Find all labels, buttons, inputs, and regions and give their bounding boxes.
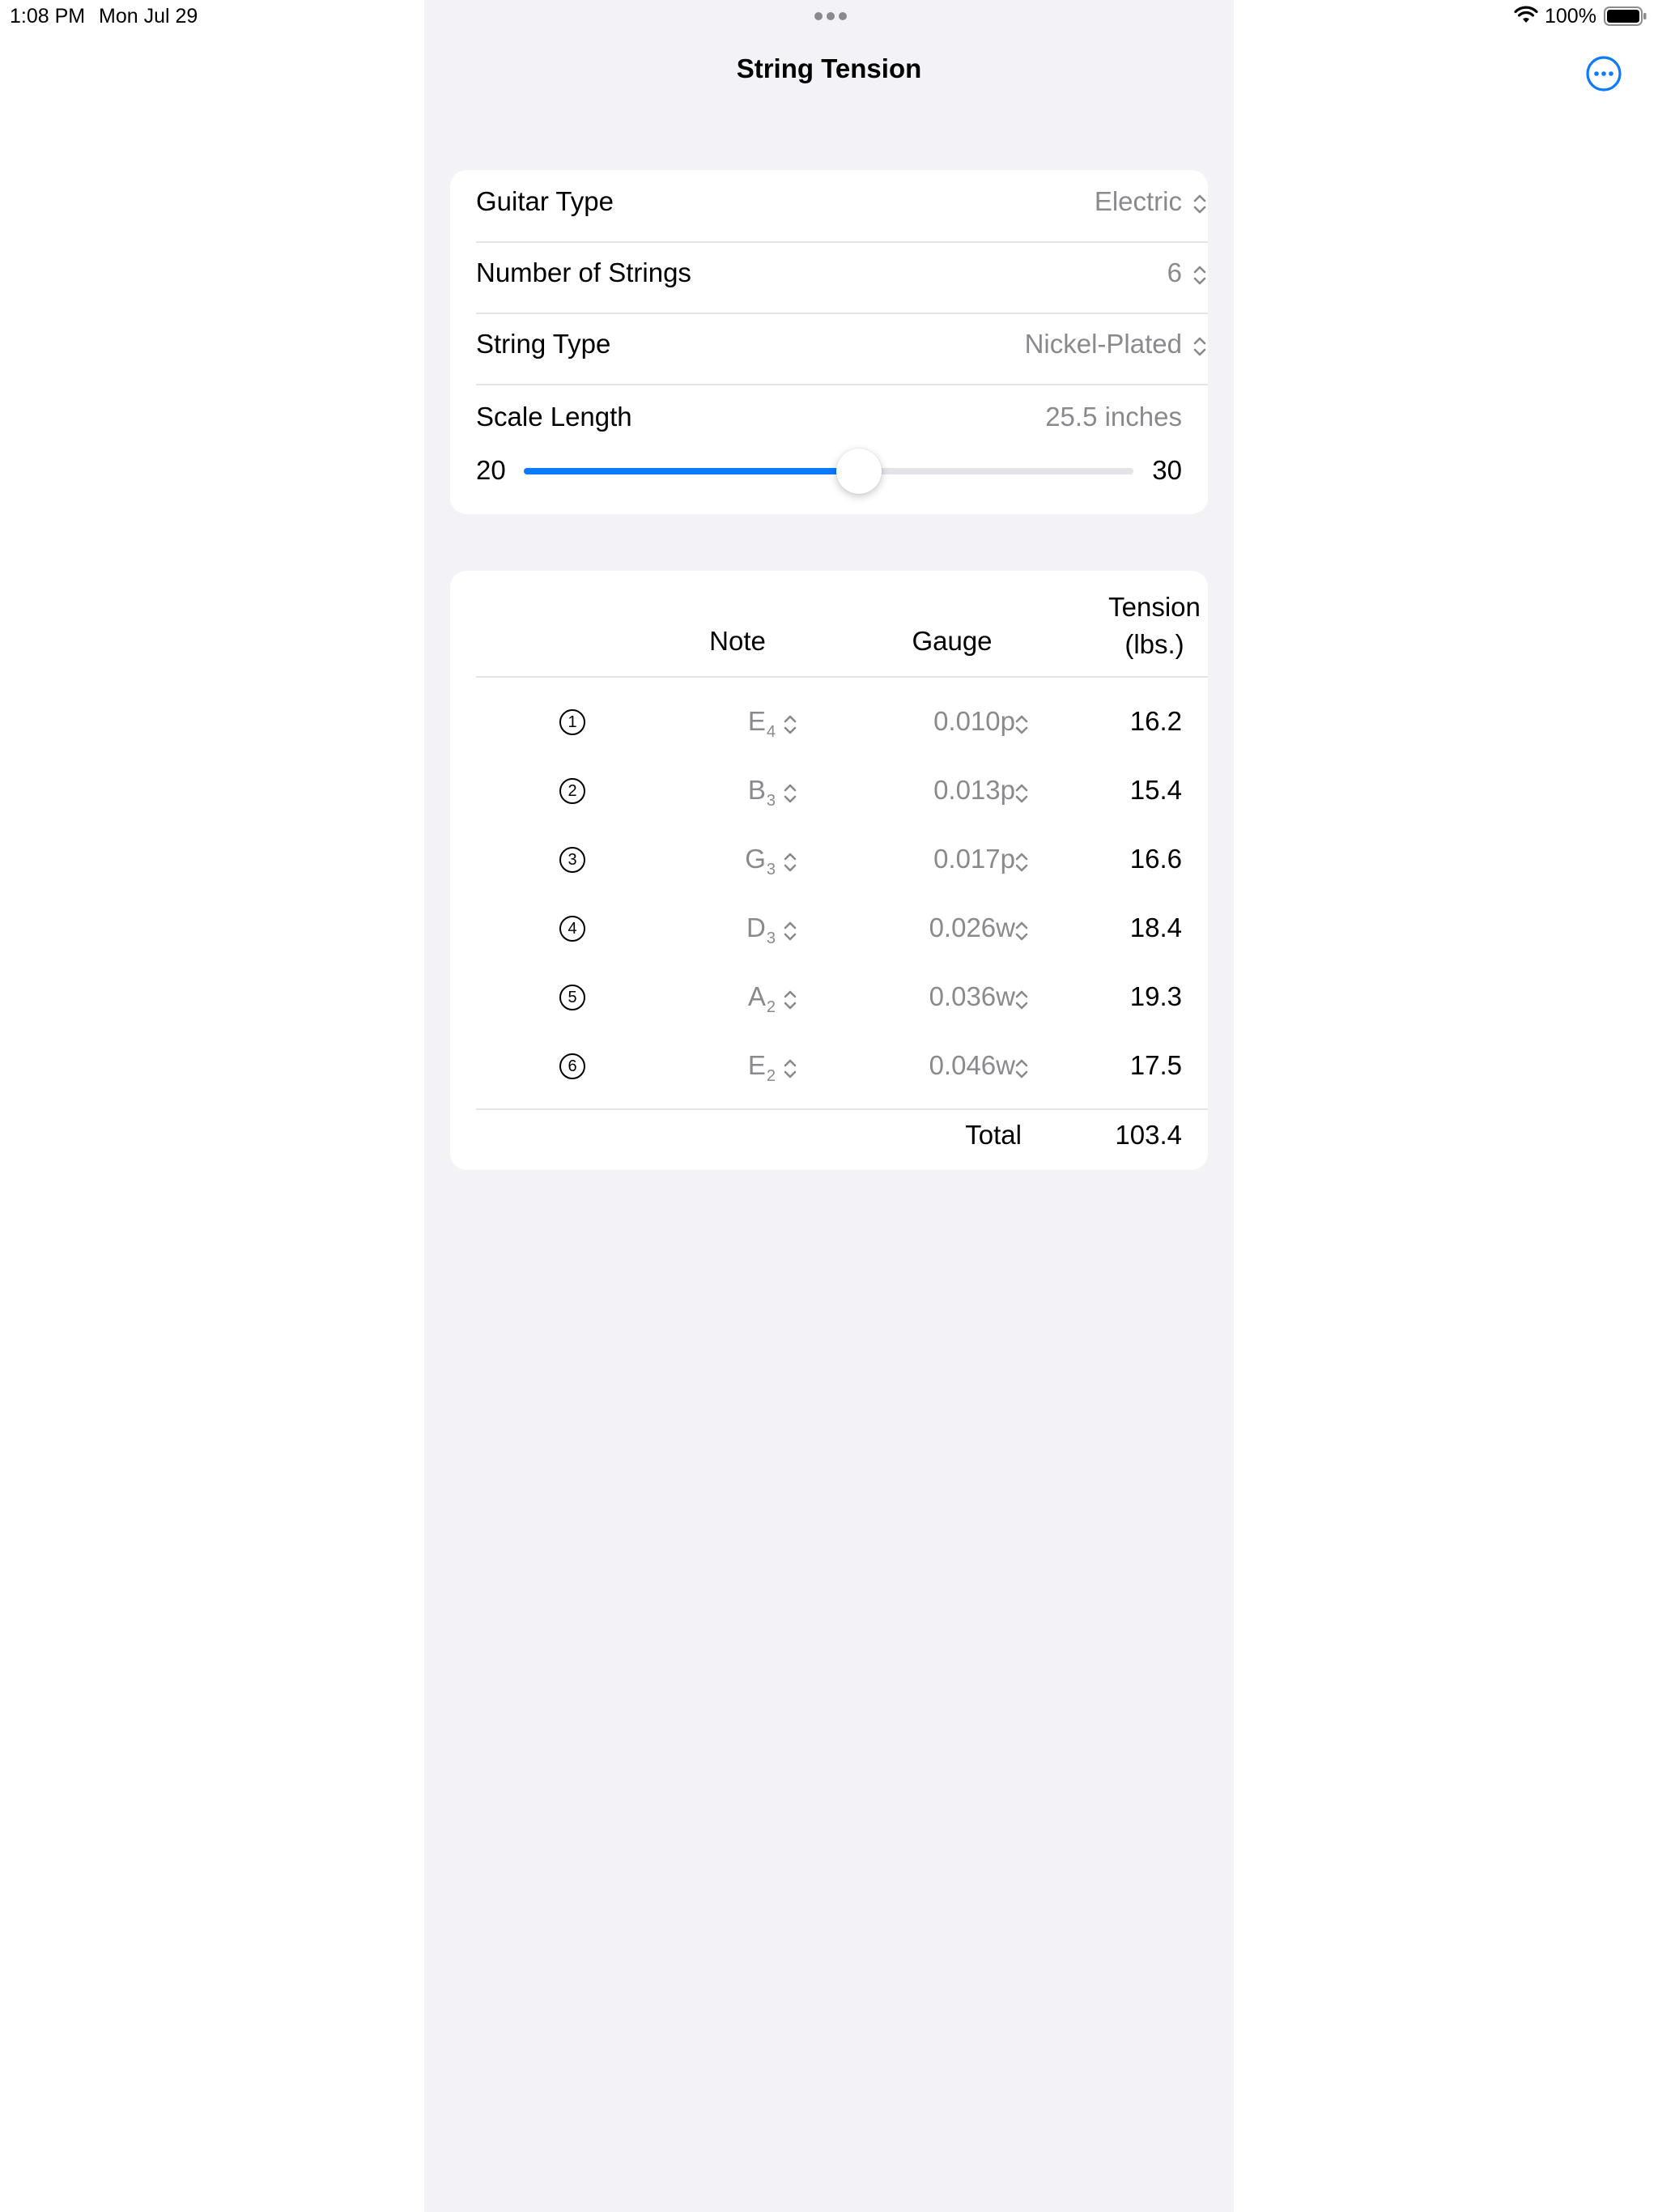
string-number-badge: 3 [559, 847, 585, 873]
tension-value: 16.2 [1129, 706, 1182, 736]
note-value[interactable]: E2 [693, 1050, 776, 1086]
note-letter: E [747, 706, 766, 736]
chevron-up-down-icon[interactable] [782, 850, 798, 878]
note-letter: G [745, 844, 766, 874]
note-octave: 4 [766, 723, 776, 741]
slider-min-label: 20 [476, 455, 506, 485]
table-row: 2 B3 0.013p 15.4 [450, 757, 1208, 826]
chevron-up-down-icon[interactable] [782, 781, 798, 810]
chevron-up-down-icon[interactable] [1014, 919, 1030, 947]
tension-header-line2: (lbs.) [1124, 629, 1184, 659]
number-of-strings-value[interactable]: 6 [1167, 257, 1182, 288]
status-time: 1:08 PM [10, 5, 86, 28]
gauge-value[interactable]: 0.026w [823, 912, 1015, 943]
tension-header-line1: Tension [1108, 592, 1201, 622]
tension-value: 17.5 [1129, 1050, 1182, 1080]
string-number-badge: 5 [559, 985, 585, 1010]
note-letter: A [747, 981, 766, 1011]
tension-table-card: Note Gauge Tension (lbs.) 1 E4 0.010p 16.2 2… [450, 571, 1208, 1170]
tension-column-header: Tension (lbs.) [1082, 589, 1227, 663]
gauge-value[interactable]: 0.010p [823, 706, 1015, 737]
number-of-strings-label: Number of Strings [476, 257, 691, 287]
guitar-type-label: Guitar Type [476, 186, 614, 216]
string-type-value[interactable]: Nickel-Plated [1025, 329, 1182, 359]
scale-length-label: Scale Length [476, 402, 632, 432]
header-divider [476, 676, 1208, 678]
table-row: 4 D3 0.026w 18.4 [450, 895, 1208, 963]
table-row: 5 A2 0.036w 19.3 [450, 963, 1208, 1032]
scale-length-slider[interactable] [524, 449, 1133, 494]
total-label: Total [965, 1120, 1022, 1150]
chevron-up-down-icon [1193, 337, 1206, 356]
chevron-up-down-icon[interactable] [782, 1057, 798, 1085]
tension-value: 15.4 [1129, 775, 1182, 805]
gauge-column-header: Gauge [912, 626, 993, 656]
chevron-up-down-icon[interactable] [1014, 781, 1030, 810]
page-title: String Tension [736, 53, 922, 83]
table-row: 6 E2 0.046w 17.5 [450, 1032, 1208, 1101]
gauge-value[interactable]: 0.017p [823, 844, 1015, 874]
string-number-badge: 2 [559, 778, 585, 804]
tension-value: 18.4 [1129, 912, 1182, 942]
string-number-badge: 4 [559, 916, 585, 942]
gauge-value[interactable]: 0.013p [823, 775, 1015, 806]
slider-fill [524, 468, 860, 474]
ellipsis-circle-icon [1586, 56, 1622, 91]
scale-length-value: 25.5 inches [1045, 402, 1182, 432]
note-octave: 3 [766, 861, 776, 878]
gauge-value[interactable]: 0.036w [823, 981, 1015, 1012]
main-panel: String Tension Guitar Type Electric Numb… [424, 0, 1234, 2212]
chevron-up-down-icon[interactable] [782, 988, 798, 1016]
chevron-up-down-icon[interactable] [1014, 850, 1030, 878]
string-number-badge: 1 [559, 709, 585, 735]
settings-card: Guitar Type Electric Number of Strings 6… [450, 170, 1208, 514]
note-octave: 2 [766, 1067, 776, 1085]
note-letter: D [746, 912, 766, 942]
battery-icon [1604, 6, 1647, 30]
note-value[interactable]: E4 [693, 706, 776, 742]
slider-max-label: 30 [1152, 455, 1182, 485]
note-letter: B [747, 775, 766, 805]
number-of-strings-row[interactable]: Number of Strings 6 [476, 241, 1208, 314]
total-divider [476, 1108, 1208, 1110]
status-bar: 1:08 PM Mon Jul 29 100% [0, 0, 1658, 32]
guitar-type-value[interactable]: Electric [1095, 186, 1182, 217]
chevron-up-down-icon[interactable] [782, 713, 798, 741]
note-column-header: Note [709, 626, 766, 656]
total-value: 103.4 [1115, 1120, 1182, 1150]
more-options-button[interactable] [1585, 55, 1622, 92]
string-type-row[interactable]: String Type Nickel-Plated [476, 313, 1208, 385]
chevron-up-down-icon[interactable] [1014, 713, 1030, 741]
table-row: 1 E4 0.010p 16.2 [450, 688, 1208, 757]
guitar-type-row[interactable]: Guitar Type Electric [476, 170, 1208, 243]
note-letter: E [747, 1050, 766, 1080]
note-value[interactable]: B3 [693, 775, 776, 810]
note-octave: 2 [766, 998, 776, 1016]
string-type-label: String Type [476, 329, 611, 359]
chevron-up-down-icon[interactable] [782, 919, 798, 947]
note-value[interactable]: G3 [693, 844, 776, 879]
chevron-up-down-icon [1193, 266, 1206, 285]
tension-value: 16.6 [1129, 844, 1182, 874]
wifi-icon [1514, 5, 1538, 28]
chevron-up-down-icon[interactable] [1014, 988, 1030, 1016]
gauge-value[interactable]: 0.046w [823, 1050, 1015, 1081]
status-date: Mon Jul 29 [99, 5, 198, 28]
note-octave: 3 [766, 792, 776, 810]
slider-thumb[interactable] [836, 449, 882, 494]
chevron-up-down-icon [1193, 194, 1206, 214]
note-octave: 3 [766, 929, 776, 947]
chevron-up-down-icon[interactable] [1014, 1057, 1030, 1085]
battery-percent: 100% [1545, 5, 1596, 28]
note-value[interactable]: D3 [693, 912, 776, 948]
note-value[interactable]: A2 [693, 981, 776, 1017]
table-row: 3 G3 0.017p 16.6 [450, 826, 1208, 895]
tension-value: 19.3 [1129, 981, 1182, 1011]
string-number-badge: 6 [559, 1053, 585, 1079]
